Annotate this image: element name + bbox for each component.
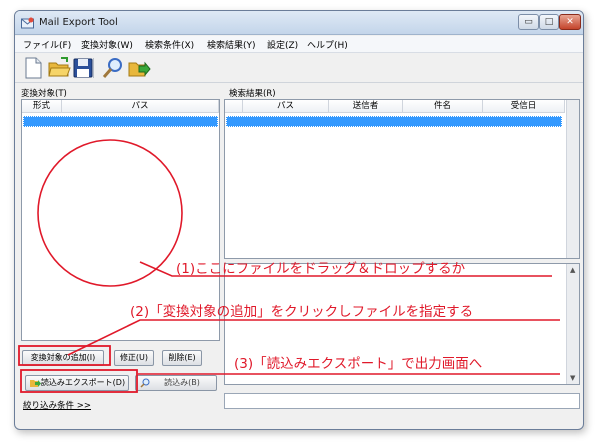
annotation-overlay xyxy=(18,139,560,393)
annotation-step2: (2)「変換対象の追加」をクリックしファイルを指定する xyxy=(130,304,474,320)
annotation-step1: (1)ここにファイルをドラッグ＆ドロップするか xyxy=(176,261,466,277)
add-button-highlight xyxy=(18,345,111,366)
export-button-highlight xyxy=(20,369,138,393)
annotation-step3: (3)「読込みエクスポート」で出力画面へ xyxy=(234,356,483,372)
step2-pointer-line xyxy=(67,319,560,356)
drop-zone-circle xyxy=(37,139,183,287)
